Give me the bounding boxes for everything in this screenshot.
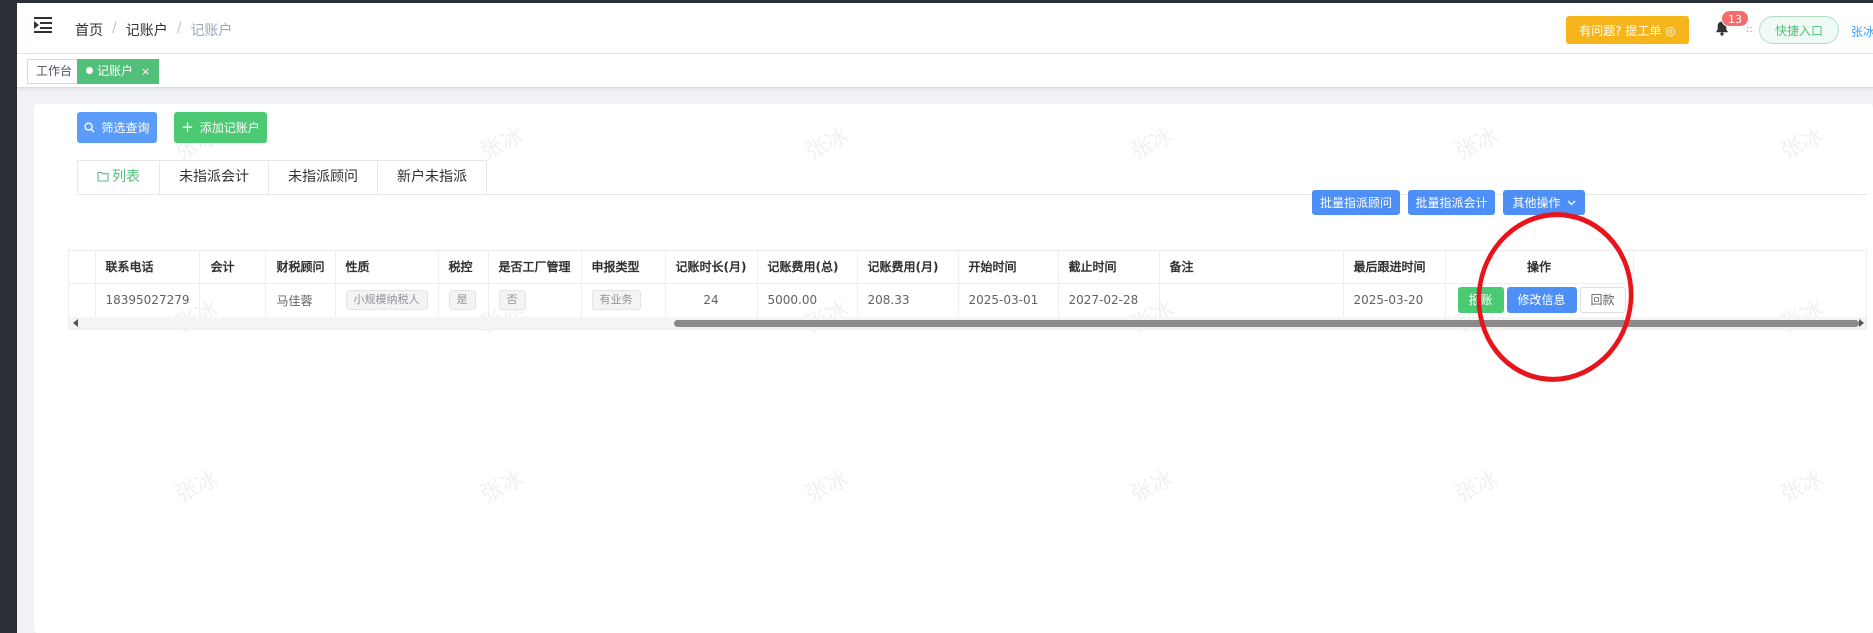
breadcrumb-accounts[interactable]: 记账户: [126, 20, 168, 40]
notification-badge: 13: [1721, 10, 1749, 27]
cell-phone: 18395027279: [95, 283, 201, 318]
tab-new-unassigned[interactable]: 新户未指派: [378, 160, 487, 195]
folder-icon: [97, 171, 109, 182]
cell-factory: 否: [488, 283, 582, 318]
watermark: 张冰: [476, 466, 528, 508]
cell-remark: [1159, 283, 1344, 318]
edit-info-button[interactable]: 修改信息: [1506, 287, 1577, 313]
watermark: 张冰: [1126, 123, 1178, 165]
cell-duration: 24: [665, 283, 758, 318]
chevron-down-icon: [1567, 200, 1575, 205]
watermark: 张冰: [801, 466, 853, 508]
cell-start: 2025-03-01: [958, 283, 1059, 318]
tab-unassigned-advisor[interactable]: 未指派顾问: [269, 160, 378, 195]
col-header: 截止时间: [1058, 251, 1160, 284]
tab-unassigned-accountant[interactable]: 未指派会计: [160, 160, 269, 195]
add-account-button[interactable]: + 添加记账户: [174, 112, 267, 143]
payment-button[interactable]: 回款: [1579, 287, 1626, 313]
plus-icon: +: [181, 118, 194, 136]
col-header: 备注: [1159, 251, 1344, 284]
cell-accountant: [199, 283, 267, 318]
scrollbar-thumb[interactable]: [674, 320, 1859, 327]
accounts-table: 联系电话 会计 财税顾问 性质 税控 是否工厂管理 申报类型 记账时长(月) 记…: [68, 250, 1867, 330]
table-row: 18395027279 马佳蓉 小规模纳税人 是 否 有业务 24 5000.0…: [69, 283, 1634, 318]
cell-advisor: 马佳蓉: [265, 283, 336, 318]
cell-end: 2027-02-28: [1058, 283, 1160, 318]
breadcrumb: 首页 / 记账户 / 记账户: [75, 20, 233, 40]
watermark: 张冰: [801, 123, 853, 165]
batch-assign-advisor-button[interactable]: 批量指派顾问: [1312, 190, 1400, 215]
col-header: 申报类型: [581, 251, 666, 284]
selection-cell[interactable]: [69, 283, 96, 318]
breadcrumb-home[interactable]: 首页: [75, 20, 103, 40]
horizontal-scrollbar[interactable]: [69, 317, 1866, 329]
navbar: 首页 / 记账户 / 记账户 有问题? 提工单 ◎ 13 :: 快捷入口 张冰: [17, 3, 1873, 54]
username[interactable]: 张冰: [1851, 23, 1873, 40]
declare-type-tag: 有业务: [591, 290, 641, 310]
main-card: 张冰 张冰 张冰 张冰 张冰 张冰 张冰 张冰 张冰 张冰 张冰 张冰 张冰 张…: [34, 104, 1873, 633]
tag-workbench[interactable]: 工作台: [27, 59, 82, 84]
col-header: 联系电话: [95, 251, 201, 284]
search-icon: [84, 122, 96, 133]
quick-entry-button[interactable]: 快捷入口: [1759, 16, 1839, 44]
cell-operations: 报账 修改信息 回款: [1445, 283, 1634, 318]
left-sidebar-collapsed: [0, 0, 17, 633]
table-header-row: 联系电话 会计 财税顾问 性质 税控 是否工厂管理 申报类型 记账时长(月) 记…: [69, 251, 1634, 284]
watermark: 张冰: [1776, 466, 1828, 508]
tags-view: 工作台 记账户 ×: [17, 54, 1873, 88]
active-dot-icon: [86, 67, 93, 74]
col-header: 记账费用(月): [857, 251, 959, 284]
col-header: 会计: [199, 251, 267, 284]
batch-assign-accountant-button[interactable]: 批量指派会计: [1408, 190, 1495, 215]
tabs: 列表 未指派会计 未指派顾问 新户未指派: [77, 160, 487, 195]
watermark: 张冰: [1451, 466, 1503, 508]
col-header: 记账时长(月): [665, 251, 758, 284]
other-operations-dropdown[interactable]: 其他操作: [1503, 190, 1585, 215]
col-header: 开始时间: [958, 251, 1059, 284]
close-icon[interactable]: ×: [141, 65, 150, 78]
scroll-left-arrow-icon[interactable]: [73, 319, 78, 327]
tabs-divider: [77, 194, 1867, 195]
app: 首页 / 记账户 / 记账户 有问题? 提工单 ◎ 13 :: 快捷入口 张冰 …: [17, 3, 1873, 633]
watermark: 张冰: [1776, 123, 1828, 165]
watermark: 张冰: [1451, 123, 1503, 165]
col-header: 财税顾问: [265, 251, 336, 284]
tag-accounts-active[interactable]: 记账户 ×: [77, 59, 160, 84]
col-header: 记账费用(总): [757, 251, 858, 284]
menu-toggle-icon[interactable]: [34, 17, 52, 33]
watermark: 张冰: [1126, 466, 1178, 508]
submit-ticket-button[interactable]: 有问题? 提工单 ◎: [1566, 16, 1689, 44]
col-header: 操作: [1445, 251, 1634, 284]
watermark: 张冰: [171, 466, 223, 508]
col-header: 最后跟进时间: [1343, 251, 1446, 284]
selection-header[interactable]: [69, 251, 96, 284]
nature-tag: 小规模纳税人: [345, 290, 428, 310]
tax-control-tag: 是: [448, 290, 476, 310]
scroll-right-arrow-icon[interactable]: [1859, 319, 1864, 327]
factory-tag: 否: [498, 290, 526, 310]
cell-fee-total: 5000.00: [757, 283, 858, 318]
col-header: 是否工厂管理: [488, 251, 582, 284]
cell-declare-type: 有业务: [581, 283, 666, 318]
col-header: 税控: [438, 251, 489, 284]
filter-query-button[interactable]: 筛选查询: [77, 112, 157, 143]
dots-icon: ::: [1746, 24, 1753, 35]
col-header: 性质: [335, 251, 439, 284]
tab-list[interactable]: 列表: [77, 160, 160, 195]
report-button[interactable]: 报账: [1457, 287, 1504, 313]
breadcrumb-current: 记账户: [190, 23, 233, 39]
watermark: 张冰: [476, 123, 528, 165]
cell-fee-month: 208.33: [857, 283, 959, 318]
cell-nature: 小规模纳税人: [335, 283, 439, 318]
cell-tax-control: 是: [438, 283, 489, 318]
cell-last-follow: 2025-03-20: [1343, 283, 1446, 318]
